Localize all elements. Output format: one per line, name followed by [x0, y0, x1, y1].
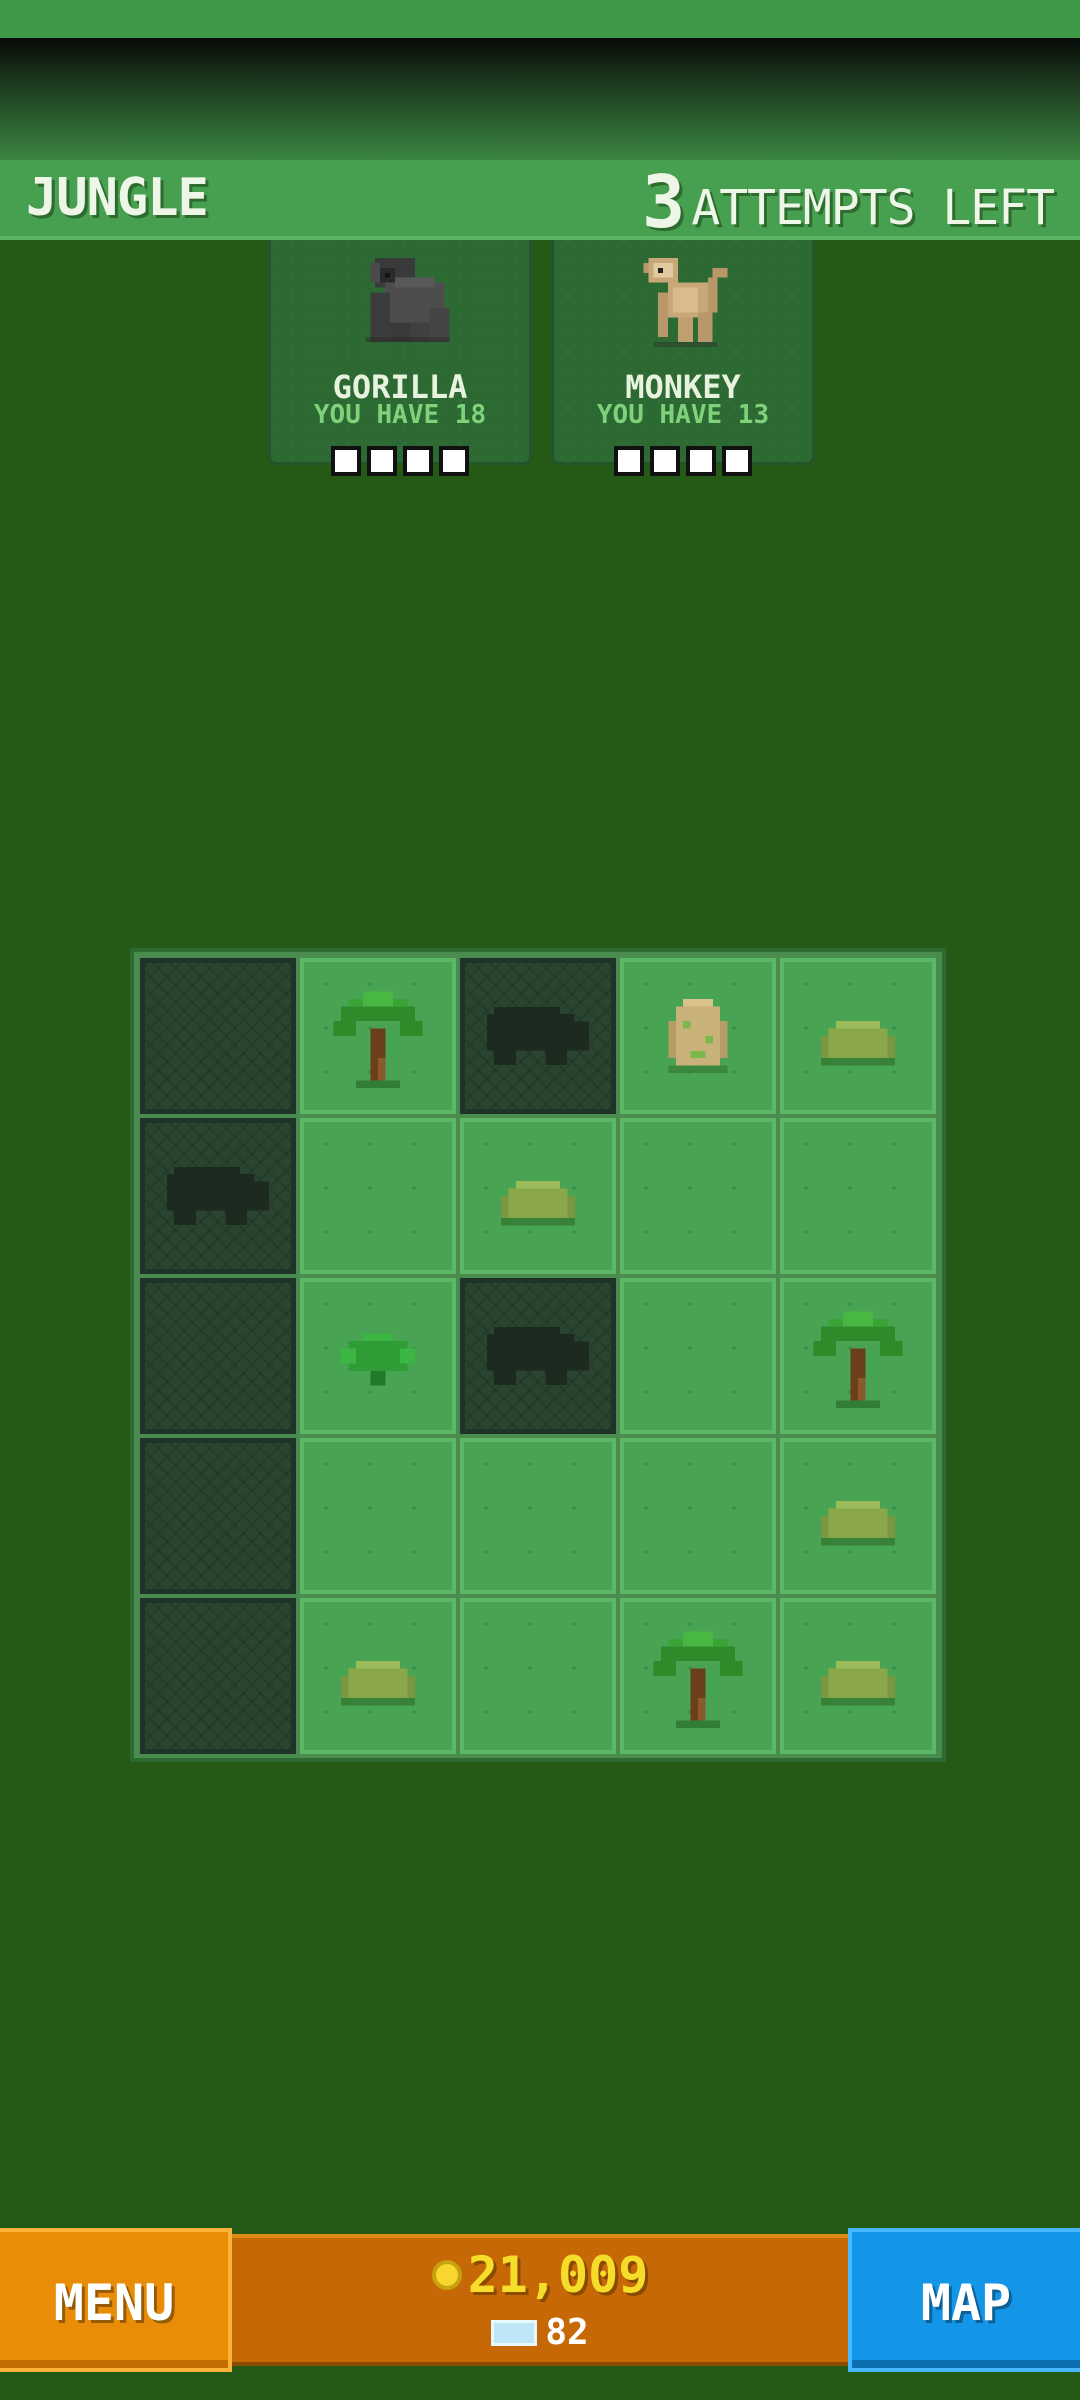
found-slot	[403, 446, 433, 476]
found-progress	[331, 446, 469, 476]
found-slot	[614, 446, 644, 476]
dig-tile[interactable]	[460, 1118, 616, 1274]
found-slot	[439, 446, 469, 476]
dig-tile[interactable]	[620, 1438, 776, 1594]
header-bar: JUNGLE 3 ATTEMPTS LEFT	[0, 160, 1080, 244]
dug-tile	[460, 1278, 616, 1434]
dig-tile[interactable]	[300, 1598, 456, 1754]
target-card-gorilla: GORILLA YOU HAVE 18	[268, 240, 532, 476]
coins-value: 21,009	[467, 2246, 649, 2304]
monkey-icon	[628, 248, 738, 356]
dig-tile[interactable]	[620, 1118, 776, 1274]
attempts-counter: 3 ATTEMPTS LEFT	[641, 160, 1055, 244]
ticket-icon	[491, 2319, 538, 2346]
wallet-panel: 21,009 82	[232, 2234, 848, 2366]
dug-tile	[140, 1438, 296, 1594]
dig-tile[interactable]	[780, 1118, 936, 1274]
dig-tile[interactable]	[460, 1598, 616, 1754]
map-button-label: MAP	[920, 2274, 1012, 2332]
dug-tile	[140, 1598, 296, 1754]
target-card-monkey: MONKEY YOU HAVE 13	[551, 240, 815, 476]
dig-tile[interactable]	[300, 958, 456, 1114]
found-slot	[686, 446, 716, 476]
dig-tile[interactable]	[300, 1438, 456, 1594]
dug-tile	[140, 1278, 296, 1434]
found-slot	[650, 446, 680, 476]
dug-tile	[140, 958, 296, 1114]
top-shade	[0, 38, 1080, 168]
dig-board	[130, 948, 946, 1762]
bottom-bar: MENU 21,009 82 MAP	[0, 2228, 1080, 2372]
found-slot	[722, 446, 752, 476]
attempts-count: 3	[641, 160, 686, 244]
found-progress	[614, 446, 752, 476]
coins-row: 21,009	[232, 2246, 848, 2304]
dig-tile[interactable]	[620, 1598, 776, 1754]
found-slot	[367, 446, 397, 476]
dig-tile[interactable]	[780, 1598, 936, 1754]
dig-tile[interactable]	[620, 958, 776, 1114]
menu-button-label: MENU	[53, 2274, 175, 2332]
dig-tile[interactable]	[460, 1438, 616, 1594]
gorilla-icon	[345, 248, 455, 356]
target-have-count: YOU HAVE 18	[313, 400, 487, 430]
dug-tile	[460, 958, 616, 1114]
dug-tile	[140, 1118, 296, 1274]
dig-tile[interactable]	[300, 1278, 456, 1434]
tickets-value: 82	[545, 2312, 589, 2353]
target-have-count: YOU HAVE 13	[596, 400, 770, 430]
dig-tile[interactable]	[780, 1438, 936, 1594]
dig-tile[interactable]	[780, 1278, 936, 1434]
dig-tile[interactable]	[780, 958, 936, 1114]
tickets-row: 82	[232, 2312, 848, 2353]
status-bar	[0, 0, 1080, 38]
attempts-label: ATTEMPTS LEFT	[691, 180, 1055, 236]
found-slot	[331, 446, 361, 476]
map-button[interactable]: MAP	[848, 2228, 1080, 2372]
dig-tile[interactable]	[620, 1278, 776, 1434]
menu-button[interactable]: MENU	[0, 2228, 232, 2372]
dig-tile[interactable]	[300, 1118, 456, 1274]
level-name: JUNGLE	[26, 168, 209, 228]
coin-icon	[431, 2260, 462, 2290]
